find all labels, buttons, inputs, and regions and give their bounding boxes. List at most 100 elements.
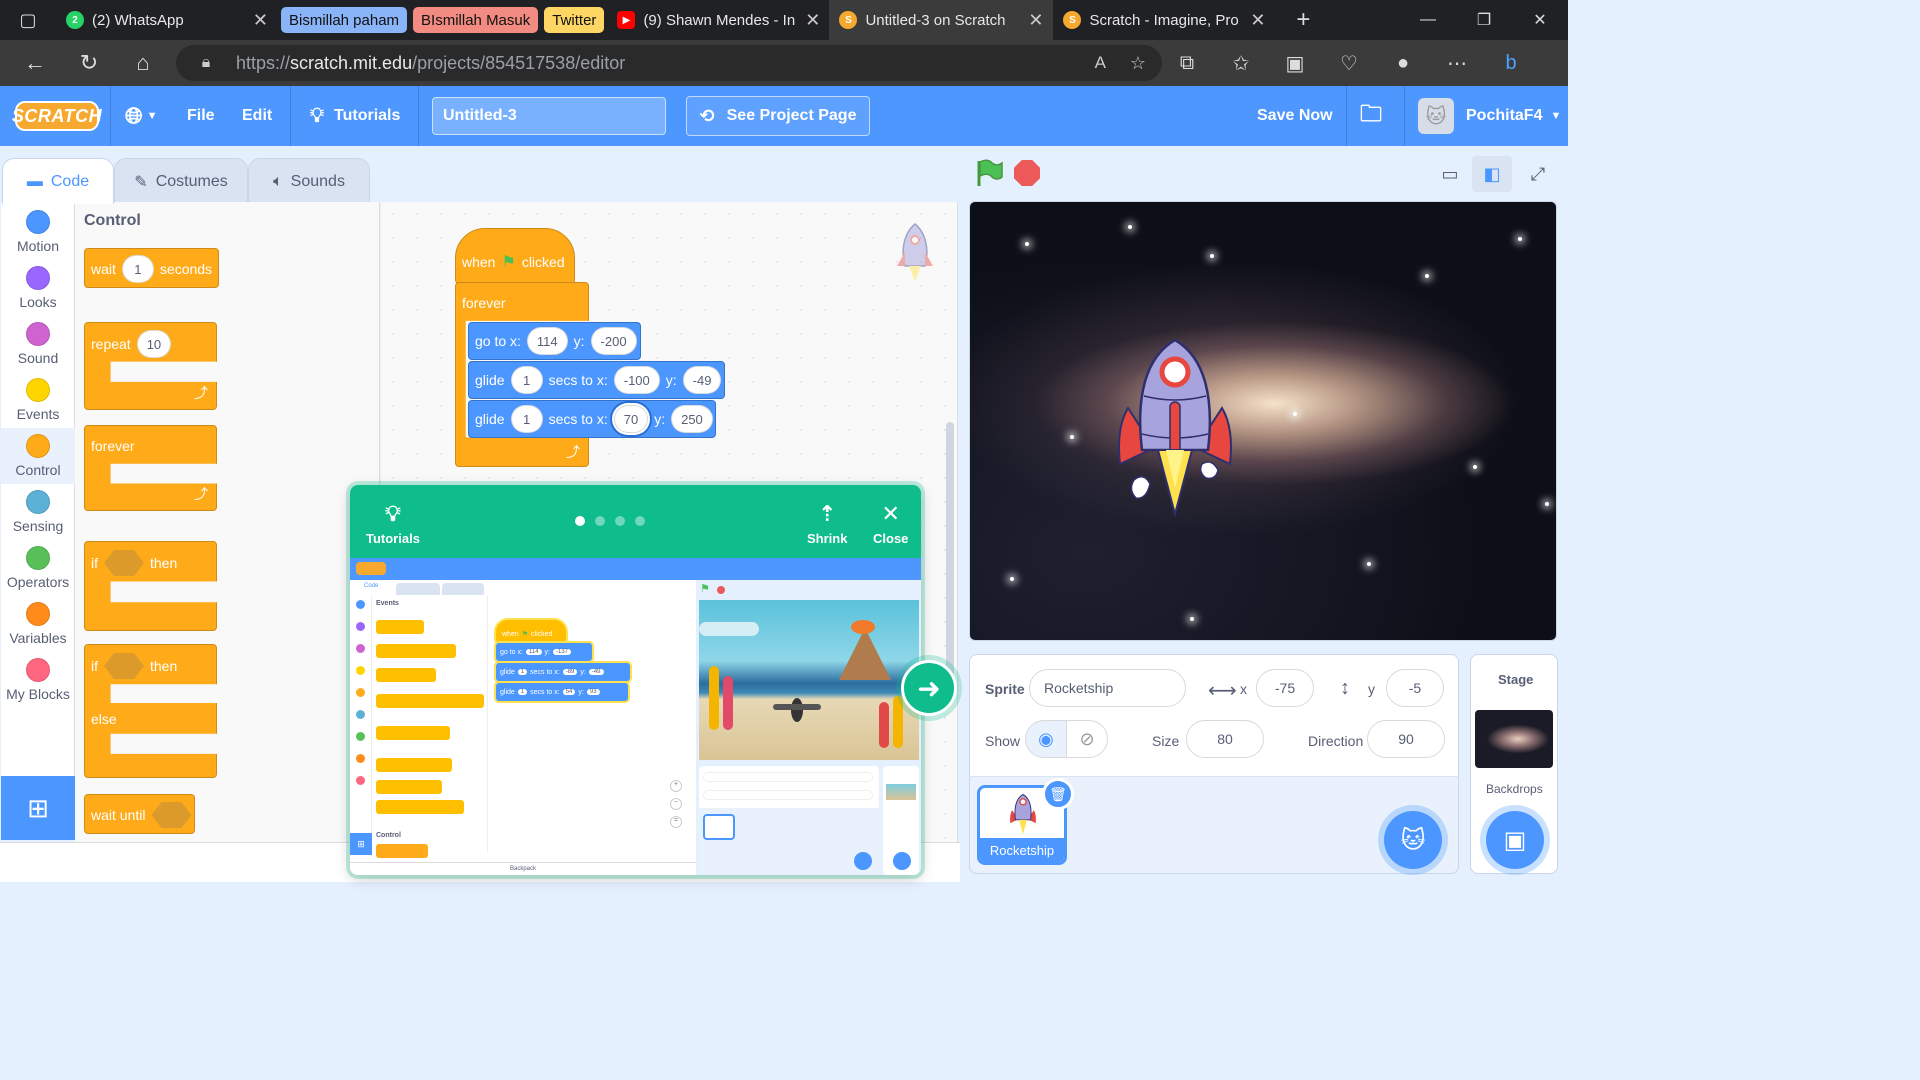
step-dot[interactable]	[575, 516, 585, 526]
close-tab-icon[interactable]: ✕	[1018, 10, 1043, 31]
block-go-to-xy[interactable]: go to x: 114 y: -200	[468, 322, 641, 360]
account-menu[interactable]: 🐱︎ PochitaF4 ▼	[1418, 86, 1561, 146]
step-dot[interactable]	[615, 516, 625, 526]
minimize-icon[interactable]: —	[1400, 0, 1456, 40]
direction-input[interactable]: 90	[1367, 720, 1445, 758]
block-forever[interactable]: forever ⤴	[84, 425, 217, 511]
browser-tab-youtube[interactable]: ▶ (9) Shawn Mendes - In ✕	[607, 0, 829, 40]
x-input[interactable]: -75	[1256, 669, 1314, 707]
size-input[interactable]: 80	[1186, 720, 1264, 758]
close-tutorial-button[interactable]: ✕ Close	[873, 501, 908, 546]
browser-tab-scratch-editor[interactable]: S Untitled-3 on Scratch ✕	[829, 0, 1054, 40]
choose-backdrop-button[interactable]: ▣	[1486, 811, 1544, 869]
my-stuff-folder-icon[interactable]: 🗀︎	[1360, 86, 1382, 146]
back-icon[interactable]: ←	[8, 40, 62, 86]
fullscreen-button[interactable]: ⤢	[1518, 156, 1558, 192]
browser-tab-whatsapp[interactable]: 2 (2) WhatsApp ✕	[56, 0, 278, 40]
script-scrollbar[interactable]	[946, 422, 954, 682]
category-my-blocks[interactable]: My Blocks	[1, 652, 75, 708]
tutorials-library-button[interactable]: 💡︎ Tutorials	[366, 501, 420, 546]
x-input[interactable]: -100	[613, 366, 660, 394]
secs-input[interactable]: 1	[510, 366, 543, 394]
refresh-icon[interactable]: ↻	[62, 40, 116, 86]
choose-sprite-button[interactable]: 🐱︎	[1384, 811, 1442, 869]
close-window-icon[interactable]: ✕	[1512, 0, 1568, 40]
tutorial-video[interactable]: Code Events Control when ⚑ clicked go to…	[350, 558, 921, 875]
category-control[interactable]: Control	[1, 428, 75, 484]
close-tab-icon[interactable]: ✕	[243, 10, 268, 31]
new-tab-icon[interactable]: +	[1275, 0, 1331, 40]
x-input[interactable]: 70	[613, 405, 649, 433]
category-looks[interactable]: Looks	[1, 260, 75, 316]
delete-sprite-button[interactable]: 🗑︎	[1042, 778, 1074, 810]
file-menu[interactable]: File	[187, 86, 215, 146]
block-glide-to-xy[interactable]: glide 1 secs to x: 70 y: 250	[468, 400, 716, 438]
rocketship-sprite[interactable]	[1114, 338, 1236, 520]
show-hidden-button[interactable]: ⊘	[1066, 720, 1108, 758]
bing-icon[interactable]: b	[1484, 52, 1538, 75]
block-if-then-else[interactable]: if then else	[84, 644, 217, 778]
block-input[interactable]: 1	[121, 255, 154, 283]
category-sensing[interactable]: Sensing	[1, 484, 75, 540]
boolean-slot[interactable]	[104, 653, 144, 679]
home-icon[interactable]: ⌂	[116, 40, 170, 86]
tab-sounds[interactable]: 🔈︎ Sounds	[248, 158, 370, 204]
tab-group-bismillah-masuk[interactable]: BIsmillah Masuk	[413, 7, 539, 33]
category-variables[interactable]: Variables	[1, 596, 75, 652]
restore-icon[interactable]: ❐	[1456, 0, 1512, 40]
sprite-name-input[interactable]: Rocketship	[1029, 669, 1186, 707]
boolean-slot[interactable]	[151, 802, 192, 828]
close-tab-icon[interactable]: ✕	[1240, 10, 1265, 31]
tutorials-button[interactable]: 💡︎ Tutorials	[310, 86, 400, 146]
category-events[interactable]: Events	[1, 372, 75, 428]
add-extension-button[interactable]: ⊞	[1, 776, 75, 840]
browser-tab-scratch-home[interactable]: S Scratch - Imagine, Pro ✕	[1053, 0, 1275, 40]
y-input[interactable]: -49	[682, 366, 722, 394]
y-input[interactable]: -5	[1386, 669, 1444, 707]
tab-code[interactable]: ▬ Code	[2, 158, 114, 204]
step-dot[interactable]	[595, 516, 605, 526]
read-aloud-icon[interactable]: A	[1095, 53, 1106, 73]
small-stage-button[interactable]: ▭	[1430, 156, 1470, 192]
green-flag-button[interactable]	[974, 158, 1004, 188]
next-step-button[interactable]: ➜	[901, 660, 957, 716]
more-icon[interactable]: ⋯	[1430, 51, 1484, 76]
step-dot[interactable]	[635, 516, 645, 526]
tab-actions-icon[interactable]: ▢	[0, 0, 56, 40]
block-wait-seconds[interactable]: wait 1 seconds	[84, 248, 219, 288]
favorites-icon[interactable]: ✩	[1214, 51, 1268, 76]
show-visible-button[interactable]: ◉	[1025, 720, 1067, 758]
y-input[interactable]: -200	[590, 327, 637, 355]
block-input[interactable]: 10	[136, 330, 172, 358]
category-motion[interactable]: Motion	[1, 204, 75, 260]
performance-icon[interactable]: ♡	[1322, 51, 1376, 76]
x-input[interactable]: 114	[526, 327, 568, 355]
favorite-add-icon[interactable]: ☆	[1130, 53, 1146, 74]
close-tab-icon[interactable]: ✕	[795, 10, 820, 31]
project-title-input[interactable]: Untitled-3	[432, 97, 666, 135]
block-wait-until[interactable]: wait until	[84, 794, 195, 834]
lock-icon[interactable]: 🔒︎	[176, 54, 236, 72]
block-repeat[interactable]: repeat 10 ⤴	[84, 322, 217, 410]
profile-icon[interactable]: ●	[1376, 52, 1430, 75]
scratch-logo[interactable]: SCRATCH	[12, 101, 102, 131]
save-now-button[interactable]: Save Now	[1257, 86, 1333, 146]
block-glide-to-xy[interactable]: glide 1 secs to x: -100 y: -49	[468, 361, 725, 399]
category-operators[interactable]: Operators	[1, 540, 75, 596]
url-field[interactable]: 🔒︎ https://scratch.mit.edu/projects/8545…	[176, 45, 1162, 81]
normal-stage-button[interactable]: ◧	[1472, 156, 1512, 192]
category-sound[interactable]: Sound	[1, 316, 75, 372]
block-if-then[interactable]: if then	[84, 541, 217, 631]
collections-icon[interactable]: ▣	[1268, 51, 1322, 76]
extensions-icon[interactable]: ⧉	[1160, 52, 1214, 75]
block-when-flag-clicked[interactable]: when ⚑ clicked	[455, 228, 575, 284]
y-input[interactable]: 250	[671, 405, 713, 433]
secs-input[interactable]: 1	[510, 405, 543, 433]
stage-canvas[interactable]	[969, 201, 1557, 641]
stage-backdrop-thumbnail[interactable]	[1475, 710, 1553, 768]
tab-group-bismillah-paham[interactable]: Bismillah paham	[281, 7, 408, 33]
tab-group-twitter[interactable]: Twitter	[544, 7, 605, 33]
boolean-slot[interactable]	[104, 550, 144, 576]
language-globe-icon[interactable]: 🌐︎ ▼	[125, 86, 158, 146]
see-project-page-button[interactable]: ⟲ See Project Page	[686, 96, 870, 136]
